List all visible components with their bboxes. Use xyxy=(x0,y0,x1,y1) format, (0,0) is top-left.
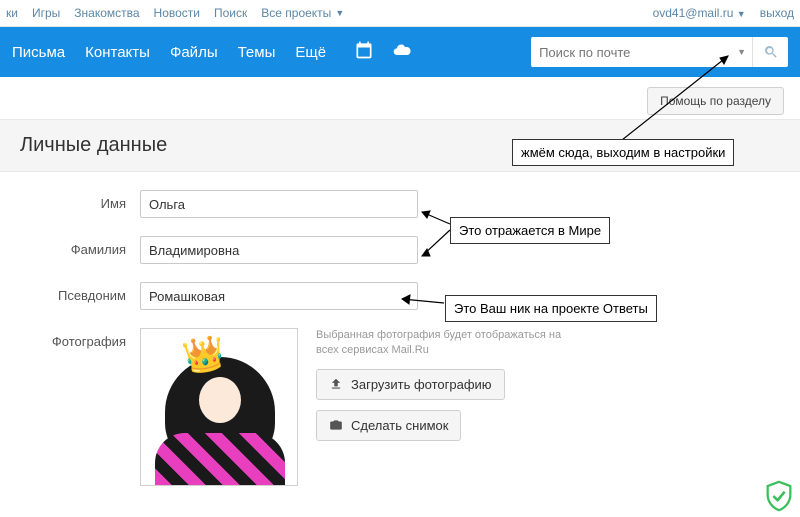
caret-down-icon: ▼ xyxy=(737,9,746,19)
name-label: Имя xyxy=(20,190,140,211)
nickname-input[interactable] xyxy=(140,282,418,310)
camera-icon xyxy=(329,418,343,432)
photo-hint-text: Выбранная фотография будет отображаться … xyxy=(316,328,566,359)
search-icon xyxy=(763,44,779,60)
nickname-label: Псевдоним xyxy=(20,282,140,303)
upload-photo-button[interactable]: Загрузить фотографию xyxy=(316,369,505,400)
name-input[interactable] xyxy=(140,190,418,218)
user-email-label: ovd41@mail.ru xyxy=(653,6,734,20)
annotation-mir: Это отражается в Мире xyxy=(450,217,610,244)
logout-link[interactable]: выход xyxy=(760,6,794,20)
nav-tab-contacts[interactable]: Контакты xyxy=(85,44,150,61)
security-shield-icon[interactable] xyxy=(762,479,796,513)
take-snapshot-button[interactable]: Сделать снимок xyxy=(316,410,461,441)
upload-photo-label: Загрузить фотографию xyxy=(351,377,492,392)
nav-tab-mail[interactable]: Письма xyxy=(12,44,65,61)
topnav-link[interactable]: Новости xyxy=(154,6,200,20)
nav-tab-themes[interactable]: Темы xyxy=(238,44,276,61)
user-email-dropdown[interactable]: ovd41@mail.ru ▼ xyxy=(653,6,746,20)
all-projects-dropdown[interactable]: Все проекты ▼ xyxy=(261,6,344,20)
avatar-image: 👑 xyxy=(140,328,298,486)
upload-icon xyxy=(329,377,343,391)
nav-tab-files[interactable]: Файлы xyxy=(170,44,218,61)
annotation-nick: Это Ваш ник на проекте Ответы xyxy=(445,295,657,322)
cloud-icon[interactable] xyxy=(392,40,412,64)
topnav-link[interactable]: Игры xyxy=(32,6,60,20)
topnav-link[interactable]: ки xyxy=(6,6,18,20)
top-service-bar: ки Игры Знакомства Новости Поиск Все про… xyxy=(0,0,800,27)
all-projects-label: Все проекты xyxy=(261,6,331,20)
surname-label: Фамилия xyxy=(20,236,140,257)
surname-input[interactable] xyxy=(140,236,418,264)
annotation-settings: жмём сюда, выходим в настройки xyxy=(512,139,734,166)
topnav-link[interactable]: Знакомства xyxy=(74,6,139,20)
caret-down-icon: ▼ xyxy=(335,8,344,18)
topnav-link[interactable]: Поиск xyxy=(214,6,247,20)
personal-data-form: Имя Фамилия Псевдоним Фотография 👑 Выбра… xyxy=(0,172,800,486)
calendar-icon[interactable] xyxy=(354,40,374,64)
photo-label: Фотография xyxy=(20,328,140,349)
nav-tab-more[interactable]: Ещё xyxy=(295,44,326,61)
search-button[interactable] xyxy=(752,37,788,67)
take-snapshot-label: Сделать снимок xyxy=(351,418,448,433)
